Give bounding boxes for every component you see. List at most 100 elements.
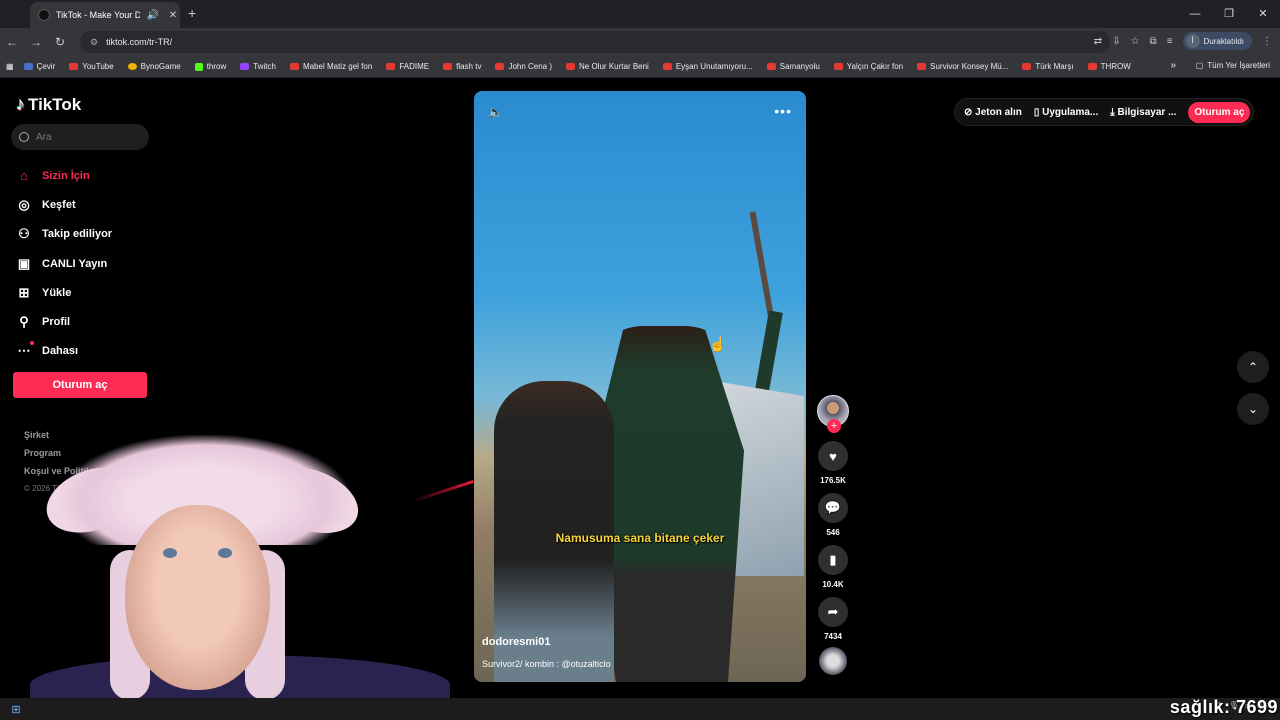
apps-grid-icon[interactable]: ▦ xyxy=(6,62,14,71)
volume-icon[interactable]: 🔈 xyxy=(488,105,503,119)
top-actions-bar: ⊘ Jeton alın ▯ Uygulama... ⤓ Bilgisayar … xyxy=(954,98,1255,126)
creator-avatar[interactable]: + xyxy=(817,395,849,433)
youtube-icon xyxy=(1087,63,1097,70)
sidebar-item-upload[interactable]: ⊞ Yükle xyxy=(16,278,112,307)
close-window-button[interactable]: ✕ xyxy=(1246,0,1280,28)
next-video-button[interactable]: ⌄ xyxy=(1237,393,1269,425)
youtube-icon xyxy=(662,63,672,70)
eye-left xyxy=(163,548,177,558)
upload-icon: ⊞ xyxy=(18,284,30,300)
byno-icon xyxy=(127,63,137,70)
url-text: tiktok.com/tr-TR/ xyxy=(106,37,173,47)
bookmark-item[interactable]: Ne Olur Kurtar Beni xyxy=(566,62,649,71)
tab-close-icon[interactable]: ✕ xyxy=(166,10,180,21)
bookmark-item[interactable]: Samanyolu xyxy=(766,62,820,71)
sidebar-item-live[interactable]: ▣ CANLI Yayın xyxy=(16,249,112,278)
bookmark-label: YouTube xyxy=(82,62,114,71)
video-username[interactable]: dodoresmi01 xyxy=(482,636,550,648)
bookmark-item[interactable]: Yalçın Çakır fon xyxy=(833,62,903,71)
bookmark-item[interactable]: Çevir xyxy=(23,62,55,71)
bookmark-item[interactable]: YouTube xyxy=(69,62,114,71)
bookmark-item[interactable]: Survivor Konsey Mü... xyxy=(917,62,1008,71)
chevron-up-icon: ⌃ xyxy=(1247,360,1259,374)
video-description: Survivor2/ kombin : @otuzalticlo xyxy=(482,659,611,669)
window-controls: — ❐ ✕ xyxy=(1178,0,1280,28)
bookmarks-overflow-icon[interactable]: » xyxy=(1170,60,1176,71)
all-bookmarks-button[interactable]: ▢ Tüm Yer İşaretleri xyxy=(1196,61,1270,70)
bookmark-icon[interactable]: ▮ xyxy=(818,545,848,575)
sidebar-item-profile[interactable]: ⚲ Profil xyxy=(16,307,112,336)
media-control-icon[interactable]: ≡ xyxy=(1167,36,1173,47)
share-icon[interactable]: ➦ xyxy=(818,597,848,627)
like-action[interactable]: ♥ 176.5K xyxy=(816,441,850,485)
translate-icon[interactable]: ⇄ xyxy=(1094,36,1102,47)
new-tab-button[interactable]: + xyxy=(188,5,196,21)
bookmark-star-icon[interactable]: ☆ xyxy=(1131,36,1140,47)
get-app-button[interactable]: ▯ Uygulama... xyxy=(1034,107,1098,118)
bookmark-item[interactable]: Eyşan Unutamıyoru... xyxy=(662,62,753,71)
video-more-icon[interactable]: ••• xyxy=(774,103,792,119)
profile-icon: ⚲ xyxy=(19,314,29,330)
share-action[interactable]: ➦ 7434 xyxy=(816,597,850,641)
forward-button[interactable]: → xyxy=(24,35,48,49)
top-login-button[interactable]: Oturum aç xyxy=(1188,101,1251,123)
youtube-icon xyxy=(289,63,299,70)
minimize-button[interactable]: — xyxy=(1178,0,1212,28)
streamer-face xyxy=(125,505,270,690)
sidebar-login-button[interactable]: Oturum aç xyxy=(13,372,147,398)
bookmark-label: flash tv xyxy=(456,62,482,71)
install-app-icon[interactable]: ⇩ xyxy=(1112,36,1120,47)
tiktok-note-icon: ♪ xyxy=(16,94,25,114)
tab-title: TikTok - Make Your Day xyxy=(56,10,140,20)
bookmark-item[interactable]: Twitch xyxy=(240,62,276,71)
sidebar-item-explore[interactable]: ◎ Keşfet xyxy=(16,190,112,219)
browser-menu-icon[interactable]: ⋮ xyxy=(1262,36,1272,47)
tab-audio-icon[interactable]: 🔊 xyxy=(146,10,160,21)
sidebar-item-more[interactable]: ⋯ Dahası xyxy=(16,337,112,366)
get-coins-button[interactable]: ⊘ Jeton alın xyxy=(964,107,1022,118)
site-info-icon[interactable]: ⚙ xyxy=(90,37,98,48)
desktop-app-button[interactable]: ⤓ Bilgisayar ... xyxy=(1110,107,1176,118)
restore-button[interactable]: ❐ xyxy=(1212,0,1246,28)
save-action[interactable]: ▮ 10.4K xyxy=(816,545,850,589)
bookmark-item[interactable]: Mabel Matiz gel fon xyxy=(289,62,372,71)
browser-tab[interactable]: TikTok - Make Your Day 🔊 ✕ xyxy=(30,2,180,28)
comment-icon[interactable]: 💬 xyxy=(818,493,848,523)
sidebar-item-label: CANLI Yayın xyxy=(42,257,108,270)
bookmark-item[interactable]: FADIME xyxy=(386,62,429,71)
bookmark-label: John Cena ) xyxy=(508,62,553,71)
sidebar-item-label: Sizin İçin xyxy=(42,169,90,182)
reload-button[interactable]: ↻ xyxy=(48,35,72,49)
windows-start-icon[interactable]: ⊞ xyxy=(6,703,26,716)
bookmark-item[interactable]: THROW xyxy=(1087,62,1131,71)
more-dots-icon: ⋯ xyxy=(17,341,34,359)
heart-icon[interactable]: ♥ xyxy=(818,441,848,471)
youtube-icon xyxy=(443,63,453,70)
tiktok-favicon-icon xyxy=(38,9,50,21)
bookmark-item[interactable]: John Cena ) xyxy=(495,62,552,71)
comment-action[interactable]: 💬 546 xyxy=(816,493,850,537)
follow-plus-icon[interactable]: + xyxy=(827,419,841,433)
bookmark-label: BynoGame xyxy=(140,62,181,71)
search-input[interactable]: Ara xyxy=(11,124,149,150)
address-bar[interactable]: ⚙ tiktok.com/tr-TR/ xyxy=(80,31,1110,53)
bookmark-item[interactable]: throw xyxy=(194,62,226,71)
kick-icon xyxy=(194,62,203,71)
sound-avatar[interactable] xyxy=(819,647,847,675)
extensions-icon[interactable]: ⧉ xyxy=(1150,36,1157,47)
bookmark-item[interactable]: BynoGame xyxy=(127,62,181,71)
sidebar-item-following[interactable]: ⚇ Takip ediliyor xyxy=(16,220,112,249)
sidebar-item-for-you[interactable]: ⌂ Sizin İçin xyxy=(16,161,112,190)
bookmark-item[interactable]: flash tv xyxy=(443,62,481,71)
back-button[interactable]: ← xyxy=(0,35,24,49)
bookmark-item[interactable]: Türk Marşı xyxy=(1022,62,1074,71)
tiktok-logo[interactable]: ♪ TikTok xyxy=(16,94,81,115)
previous-video-button[interactable]: ⌃ xyxy=(1237,351,1269,383)
all-bookmarks-label: Tüm Yer İşaretleri xyxy=(1207,61,1270,70)
youtube-icon xyxy=(917,63,927,70)
sidebar-item-label: Dahası xyxy=(42,345,79,358)
video-player[interactable]: 🔈 ••• Namusuma sana bitane çeker dodores… xyxy=(474,91,806,682)
logo-text: TikTok xyxy=(28,94,82,114)
home-icon: ⌂ xyxy=(20,168,28,184)
profile-button[interactable]: İ Duraklatıldı xyxy=(1182,32,1252,50)
